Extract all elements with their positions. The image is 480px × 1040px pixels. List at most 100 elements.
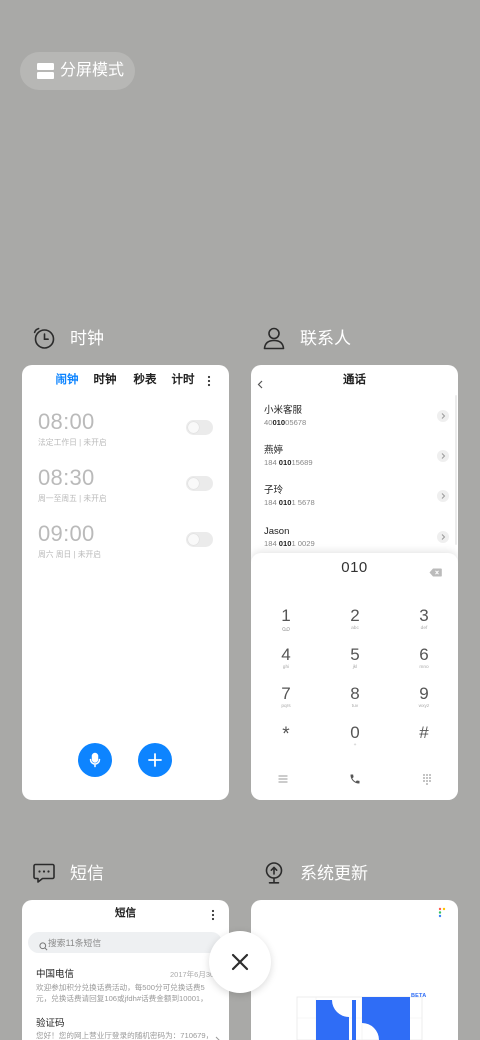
update-app-card[interactable]: BETA <box>251 900 458 1040</box>
message-thread[interactable]: 验证码 您好！您的网上营业厅登录的随机密码为：710679，有 <box>36 1018 222 1040</box>
dialpad-panel: 010 1 2 abc 3 def 4 ghi 5 jkl 6 mno 7 pq… <box>251 553 458 800</box>
tab-clock[interactable]: 时钟 <box>89 372 121 388</box>
dial-key-7[interactable]: 7 pqrs <box>266 685 306 717</box>
alarm-time: 08:00 <box>38 409 95 434</box>
split-screen-button[interactable]: 分屏模式 <box>20 52 135 90</box>
dial-key-5[interactable]: 5 jkl <box>335 646 375 678</box>
backspace-icon[interactable] <box>429 564 442 577</box>
dial-key-4[interactable]: 4 ghi <box>266 646 306 678</box>
update-app-title: 系统更新 <box>300 864 368 883</box>
message-thread[interactable]: 中国电信 2017年6月30 欢迎参加积分兑换话费活动，每500分可兑换话费5元… <box>36 969 222 1004</box>
voicemail-icon <box>282 627 290 631</box>
contact-detail-chevron-icon[interactable] <box>437 450 449 462</box>
tab-alarm[interactable]: 闹钟 <box>51 372 83 388</box>
clock-app-label: 时钟 <box>32 326 172 352</box>
alarm-item[interactable]: 09:00 周六 周日 | 未开启 <box>38 522 218 567</box>
key-letters: tuv <box>351 704 359 709</box>
dial-key-hash[interactable]: # <box>404 724 444 756</box>
menu-icon[interactable] <box>277 772 289 784</box>
split-screen-icon <box>37 63 54 79</box>
key-digit: 8 <box>350 684 360 703</box>
more-options-icon[interactable] <box>207 374 211 387</box>
close-icon <box>231 953 249 971</box>
search-icon <box>39 938 48 951</box>
key-digit: 6 <box>419 645 429 664</box>
alarm-detail: 周一至周五 | 未开启 <box>38 494 107 503</box>
contact-detail-chevron-icon[interactable] <box>437 490 449 502</box>
plus-icon <box>148 753 162 767</box>
tab-timer[interactable]: 计时 <box>167 372 199 388</box>
add-alarm-button[interactable] <box>138 743 172 777</box>
contact-name: 子玲 <box>264 485 284 496</box>
toggle-knob <box>188 534 199 545</box>
dial-key-3[interactable]: 3 def <box>404 607 444 639</box>
contact-number: 184 01015689 <box>264 458 313 467</box>
contact-name: 小米客服 <box>264 405 303 416</box>
dial-key-9[interactable]: 9 wxyz <box>404 685 444 717</box>
dial-input[interactable]: 010 <box>251 558 458 578</box>
voice-alarm-button[interactable] <box>78 743 112 777</box>
key-digit: 3 <box>419 606 429 625</box>
tab-stopwatch[interactable]: 秒表 <box>129 372 161 388</box>
alarm-toggle[interactable] <box>186 420 213 435</box>
contact-row[interactable]: 燕婷 184 01015689 <box>264 445 454 473</box>
search-input[interactable] <box>48 932 218 953</box>
key-letters: mno <box>419 665 429 670</box>
chevron-right-icon <box>215 1031 220 1040</box>
key-letters: wxyz <box>418 704 430 709</box>
page-title: 短信 <box>115 907 136 919</box>
scrollbar[interactable] <box>455 395 457 545</box>
contact-detail-chevron-icon[interactable] <box>437 410 449 422</box>
contact-row[interactable]: 小米客服 4001005678 <box>264 405 454 433</box>
toggle-knob <box>188 422 199 433</box>
clock-app-card[interactable]: 闹钟 时钟 秒表 计时 08:00 法定工作日 | 未开启 08:30 周一至周… <box>22 365 229 800</box>
contact-row[interactable]: 子玲 184 0101 5678 <box>264 485 454 513</box>
thread-sender: 验证码 <box>36 1018 65 1029</box>
key-digit: 7 <box>281 684 291 703</box>
system-update-icon <box>262 861 286 885</box>
alarm-detail: 法定工作日 | 未开启 <box>38 438 107 447</box>
key-digit: 0 <box>350 723 360 742</box>
contact-number: 184 0101 0029 <box>264 539 315 548</box>
thread-sender: 中国电信 <box>36 969 75 980</box>
dial-key-2[interactable]: 2 abc <box>335 607 375 639</box>
toggle-knob <box>188 478 199 489</box>
call-icon[interactable] <box>349 772 361 784</box>
dial-key-1[interactable]: 1 <box>266 607 306 639</box>
key-digit: 1 <box>281 606 291 625</box>
alarm-item[interactable]: 08:00 法定工作日 | 未开启 <box>38 410 218 455</box>
more-options-icon[interactable] <box>211 908 215 921</box>
contact-number: 4001005678 <box>264 418 307 427</box>
update-app-label: 系统更新 <box>262 861 402 887</box>
key-digit: 2 <box>350 606 360 625</box>
dial-key-star[interactable]: * <box>266 724 306 756</box>
dialpad-icon[interactable] <box>421 772 433 785</box>
contact-detail-chevron-icon[interactable] <box>437 531 449 543</box>
key-letters: jkl <box>352 665 358 670</box>
key-digit: 4 <box>281 645 291 664</box>
key-letters: ghi <box>282 665 290 670</box>
contact-name: Jason <box>264 526 290 537</box>
key-letters: abc <box>351 626 359 631</box>
key-letters: + <box>353 743 357 748</box>
contacts-app-card[interactable]: 通话 小米客服 4001005678 燕婷 184 01015689 子玲 18… <box>251 365 458 800</box>
alarm-detail: 周六 周日 | 未开启 <box>38 550 102 559</box>
messages-app-title: 短信 <box>70 864 104 883</box>
alarm-toggle[interactable] <box>186 532 213 547</box>
contact-row[interactable]: Jason 184 0101 0029 <box>264 526 454 554</box>
dial-key-8[interactable]: 8 tuv <box>335 685 375 717</box>
more-options-icon[interactable] <box>438 905 446 918</box>
beta-badge: BETA <box>411 993 427 999</box>
contacts-app-label: 联系人 <box>262 326 402 352</box>
dial-key-6[interactable]: 6 mno <box>404 646 444 678</box>
search-bar[interactable] <box>28 932 222 953</box>
clock-icon <box>32 326 56 350</box>
clear-all-button[interactable] <box>209 931 271 993</box>
alarm-time: 09:00 <box>38 521 95 546</box>
alarm-toggle[interactable] <box>186 476 213 491</box>
messages-app-card[interactable]: 短信 中国电信 2017年6月30 欢迎参加积分兑换话费活动，每500分可兑换话… <box>22 900 229 1040</box>
contact-number: 184 0101 5678 <box>264 498 315 507</box>
contacts-icon <box>262 326 286 350</box>
alarm-item[interactable]: 08:30 周一至周五 | 未开启 <box>38 466 218 511</box>
dial-key-0[interactable]: 0 + <box>335 724 375 756</box>
